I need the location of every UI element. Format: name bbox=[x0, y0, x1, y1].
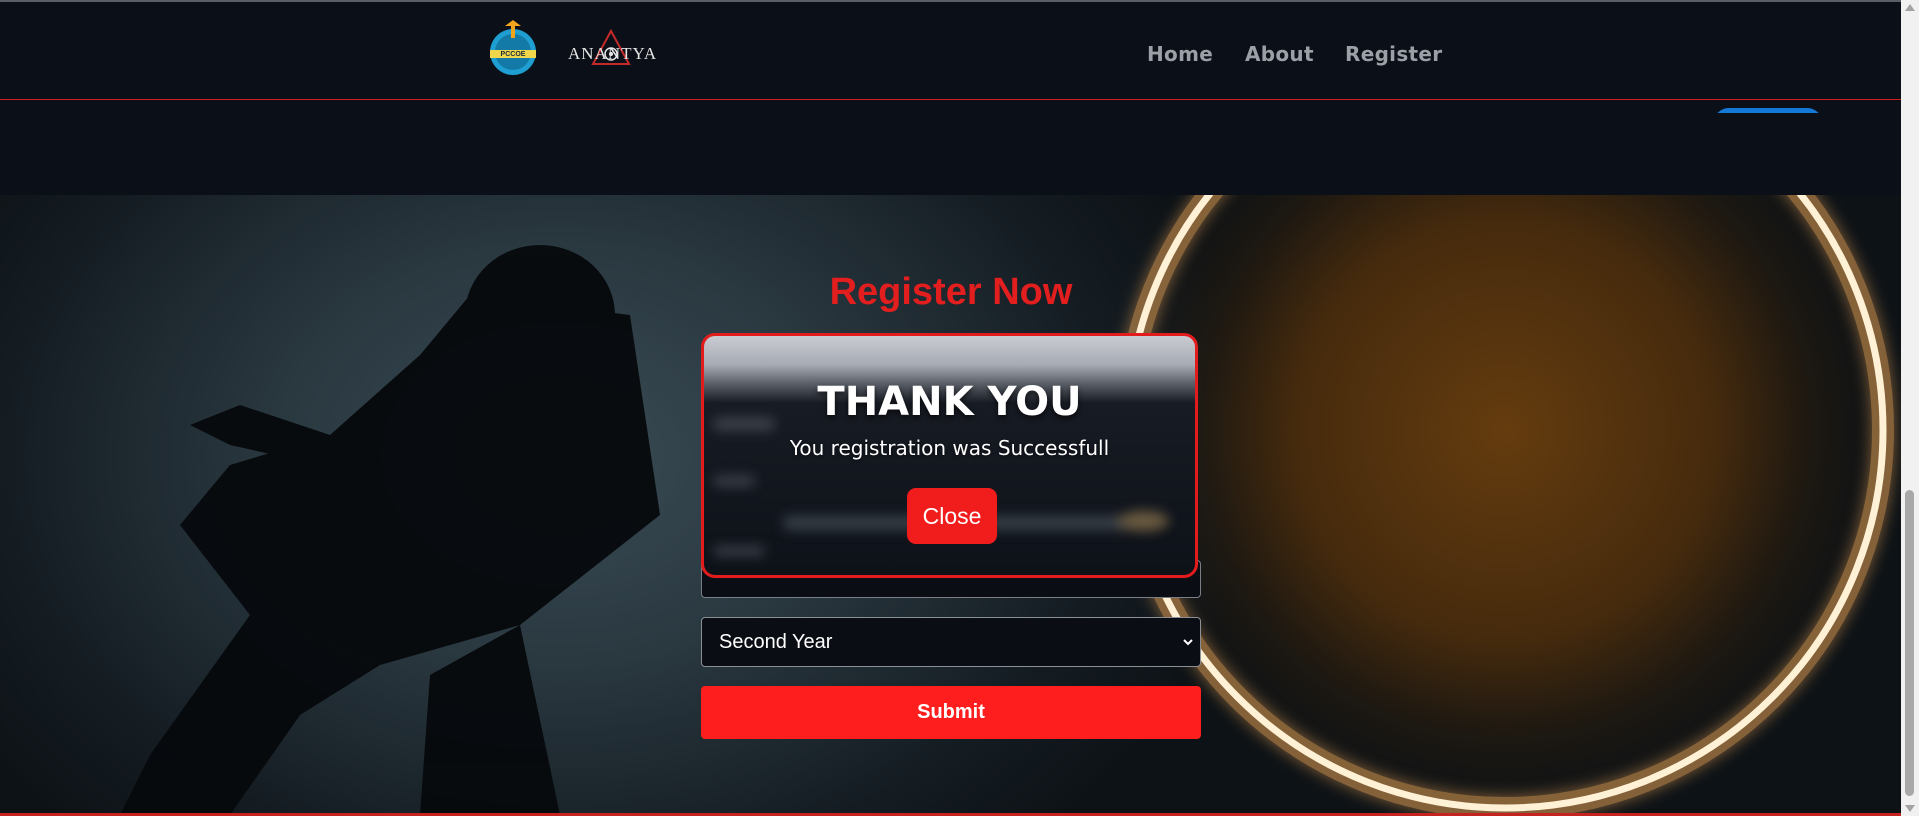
scrollbar-thumb[interactable] bbox=[1905, 490, 1914, 796]
header-band bbox=[0, 100, 1901, 195]
anantya-logo[interactable]: ANANTYA bbox=[566, 26, 678, 82]
scroll-down-arrow-icon[interactable] bbox=[1905, 805, 1915, 812]
nav-link-register[interactable]: Register bbox=[1345, 42, 1442, 66]
anantya-logo-text: ANANTYA bbox=[568, 44, 657, 63]
thank-you-modal: THANK YOU You registration was Successfu… bbox=[701, 333, 1198, 578]
close-button[interactable]: Close bbox=[907, 488, 997, 544]
submit-button[interactable]: Submit bbox=[701, 686, 1201, 739]
pccoe-logo-text: PCCOE bbox=[501, 51, 526, 58]
navbar: PCCOE ANANTYA Home About Register bbox=[0, 2, 1901, 100]
pccoe-logo[interactable]: PCCOE bbox=[481, 20, 545, 76]
nav-link-about[interactable]: About bbox=[1245, 42, 1314, 66]
year-select-value: Second Year bbox=[719, 631, 833, 653]
chevron-down-icon bbox=[1183, 639, 1193, 646]
nav-link-home[interactable]: Home bbox=[1147, 42, 1213, 66]
thank-you-message: You registration was Successfull bbox=[789, 436, 1110, 460]
scroll-up-arrow-icon[interactable] bbox=[1905, 4, 1915, 11]
register-title: Register Now bbox=[829, 271, 1073, 313]
thank-you-title: THANK YOU bbox=[817, 379, 1082, 425]
year-select[interactable]: Second Year bbox=[701, 617, 1201, 667]
